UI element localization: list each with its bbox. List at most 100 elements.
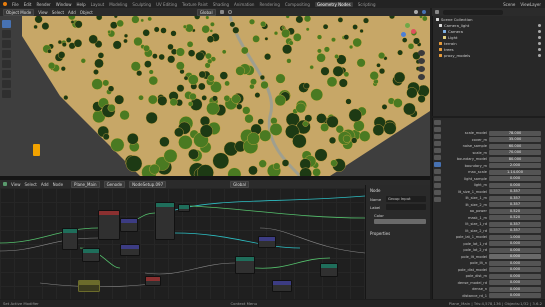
node-mix[interactable] [272,280,292,292]
node-frame-yellow[interactable] [78,280,100,292]
workspace-tab-uv-editing[interactable]: UV Editing [156,2,177,7]
constraints-tab-icon[interactable] [434,183,441,188]
modifier-input-value-field[interactable]: 0.357 [489,202,541,207]
node-panel-tab[interactable]: Node [370,188,380,193]
node-menu-add[interactable]: Add [41,182,49,187]
material-tab-icon[interactable] [434,197,441,202]
node-color-swatch[interactable] [374,219,426,224]
world-tab-icon[interactable] [434,148,441,153]
object-mode-dropdown[interactable]: Object Mode [3,8,35,16]
zoom-icon[interactable] [418,50,425,56]
node-overlay-selector[interactable]: Global [230,180,249,188]
outliner-search-field[interactable] [443,9,503,15]
forest-terrain-render[interactable] [0,16,430,176]
node-compare[interactable] [120,244,140,256]
outliner-item[interactable]: proxy_models [433,52,545,58]
rotate-tool-icon[interactable] [2,50,11,58]
transform-tool-icon[interactable] [2,70,11,78]
node-set-position[interactable] [82,248,100,262]
node-group-input[interactable] [98,210,120,240]
properties-section-header[interactable]: Properties [370,231,390,236]
menu-file[interactable]: File [12,2,19,7]
modifier-input-value-field[interactable]: 0.000 [489,254,541,259]
node-editor-canvas[interactable] [0,188,365,299]
workspace-tab-geometry-nodes[interactable]: Geometry Nodes [314,1,353,7]
annotate-tool-icon[interactable] [2,80,11,88]
modifier-input-value-field[interactable]: 0.000 [489,273,541,279]
modifier-input-value-field[interactable]: 0.000 [489,286,541,292]
object-selector[interactable]: Plane_Main [71,180,100,188]
gizmo-x-axis-icon[interactable] [411,29,416,34]
node-menu-select[interactable]: Select [25,182,37,187]
node-math[interactable] [120,218,138,232]
output-tab-icon[interactable] [434,134,441,139]
move-tool-icon[interactable] [2,40,11,48]
proportional-edit-icon[interactable] [227,10,232,14]
node-transform[interactable] [320,263,338,277]
modifier-input-value-field[interactable]: 80.000 [489,156,541,162]
workspace-tab-animation[interactable]: Animation [234,2,254,7]
modifier-input-value-field[interactable]: 0.520 [489,215,541,220]
particles-tab-icon[interactable] [434,169,441,174]
camera-view-icon[interactable] [418,66,425,72]
visibility-eye-icon[interactable] [538,53,541,57]
workspace-tab-texture-paint[interactable]: Texture Paint [182,2,208,7]
viewport-menu-object[interactable]: Object [80,10,93,15]
gizmo-z-axis-icon[interactable] [401,32,406,37]
workspace-tab-compositing[interactable]: Compositing [285,2,310,7]
object-tab-icon[interactable] [434,155,441,160]
modifier-selector[interactable]: Genode [103,180,126,188]
modifier-input-value-field[interactable]: 2.000 [489,163,541,168]
modifier-input-value-field[interactable]: 78.000 [489,130,541,136]
viewport-shading-material-icon[interactable] [422,10,426,14]
menu-window[interactable]: Window [56,2,72,7]
physics-tab-icon[interactable] [434,176,441,181]
measure-tool-icon[interactable] [2,90,11,98]
workspace-tab-rendering[interactable]: Rendering [259,2,279,7]
modifier-input-value-field[interactable]: 0.000 [489,280,541,285]
workspace-tab-scripting[interactable]: Scripting [358,2,376,7]
modifier-input-value-field[interactable]: 0.000 [489,260,541,266]
viewport-menu-view[interactable]: View [38,10,48,15]
outliner-filter-icon[interactable] [435,10,439,14]
perspective-toggle-icon[interactable] [418,74,425,80]
node-realize[interactable] [62,228,78,250]
visibility-eye-icon[interactable] [538,23,541,27]
modifier-input-value-field[interactable]: 0.357 [489,195,541,201]
visibility-eye-icon[interactable] [538,29,541,33]
view-layer-selector[interactable]: ViewLayer [520,2,541,7]
node-name-field[interactable]: Group Input [386,196,426,202]
visibility-eye-icon[interactable] [538,41,541,45]
node-random-value[interactable] [258,236,276,248]
gizmo-y-axis-icon[interactable] [405,23,410,28]
node-color-toggle[interactable]: Color [374,213,384,218]
viewport-menu-add[interactable]: Add [68,10,76,15]
render-tab-icon[interactable] [434,127,441,132]
workspace-tab-shading[interactable]: Shading [213,2,229,7]
modifier-input-value-field[interactable]: 0.000 [489,182,541,188]
workspace-tab-sculpting[interactable]: Sculpting [132,2,151,7]
viewport-shading-solid-icon[interactable] [414,10,418,14]
modifier-input-value-field[interactable]: 70.000 [489,150,541,155]
modifier-input-value-field[interactable]: 0.000 [489,176,541,181]
workspace-tab-layout[interactable]: Layout [91,2,105,7]
workspace-tab-modeling[interactable]: Modeling [109,2,127,7]
node-tree-selector[interactable]: NodeSetup.097 [129,180,167,188]
menu-render[interactable]: Render [36,2,50,7]
modifier-input-value-field[interactable]: 0.000 [489,293,541,298]
select-box-tool-icon[interactable] [2,20,11,28]
scene-tab-icon[interactable] [434,141,441,146]
modifier-input-value-field[interactable]: 60.000 [489,143,541,149]
view-gizmo[interactable] [396,20,420,44]
modifier-input-value-field[interactable]: 0.520 [489,208,541,214]
snap-icon[interactable] [219,10,224,14]
cursor-tool-icon[interactable] [2,30,11,38]
modifier-input-value-field[interactable]: 0.000 [489,241,541,246]
modifier-input-value-field[interactable]: 0.000 [489,267,541,272]
viewport-menu-select[interactable]: Select [52,10,64,15]
pan-hand-icon[interactable] [418,58,425,64]
node-instance-on-points[interactable] [178,204,190,212]
visibility-eye-icon[interactable] [538,47,541,51]
node-attribute[interactable] [145,276,161,286]
blender-logo-icon[interactable] [3,2,7,6]
